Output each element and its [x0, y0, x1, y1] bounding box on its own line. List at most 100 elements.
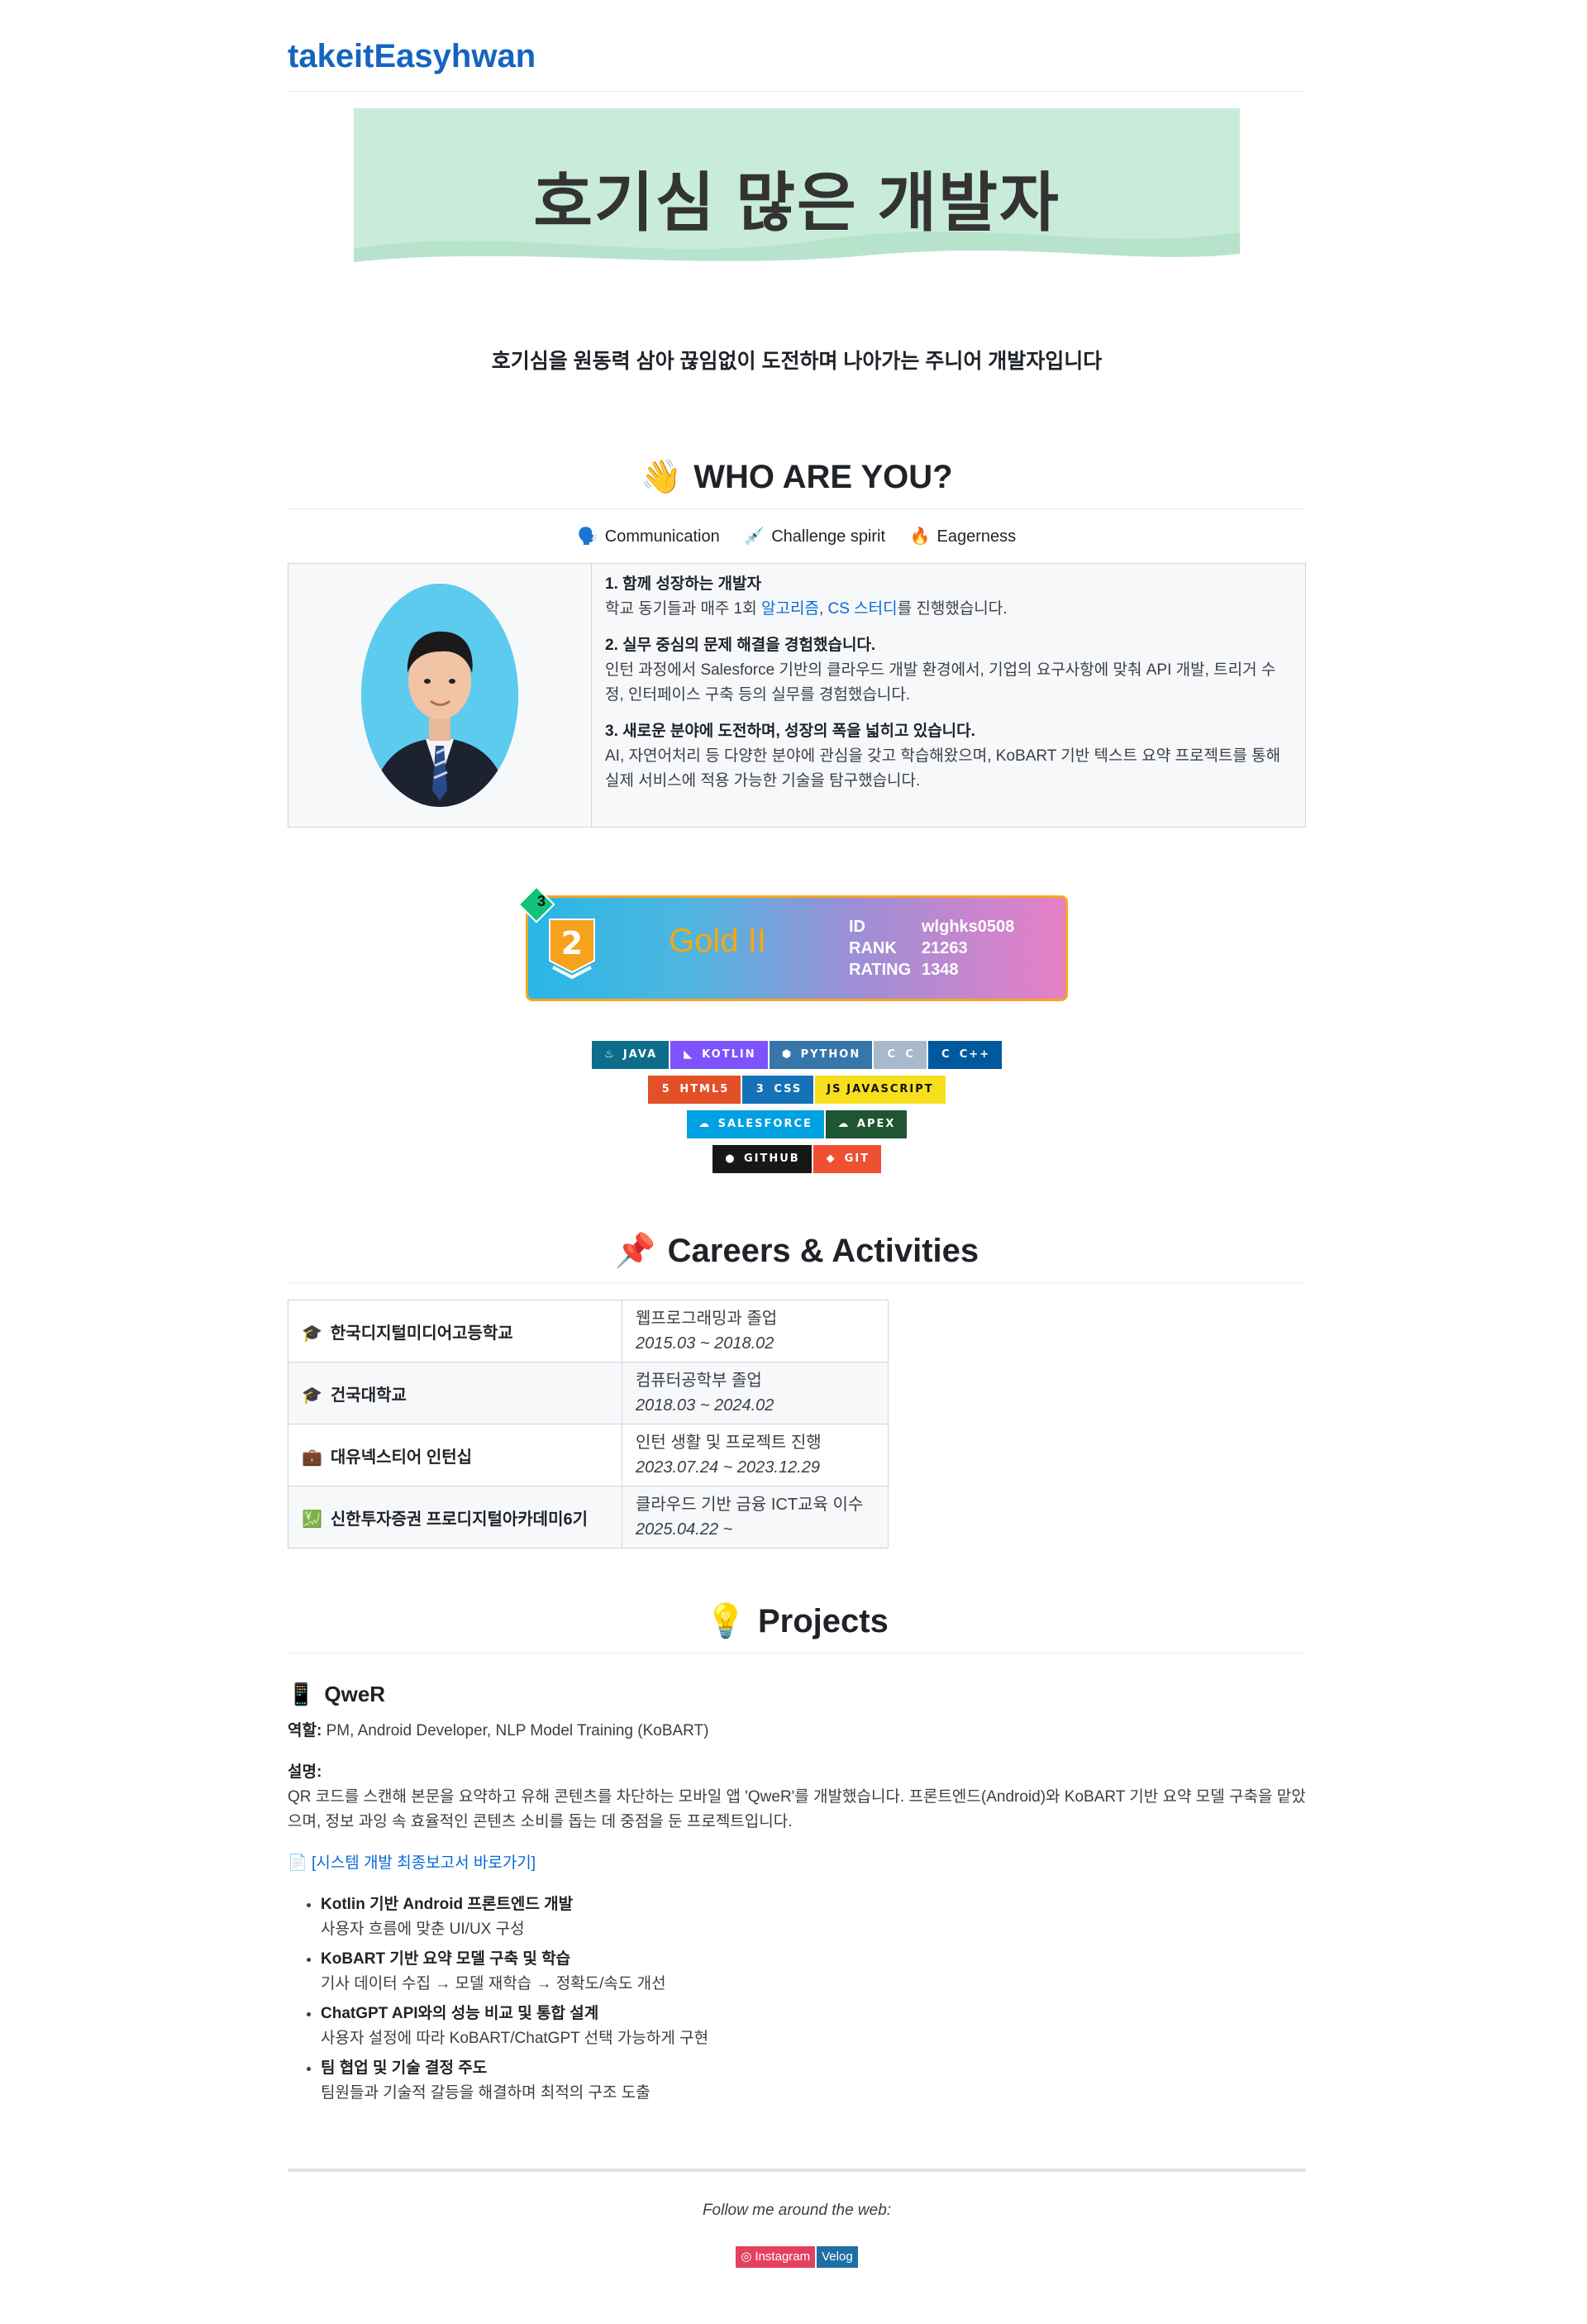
- badge-label: HTML5: [679, 1083, 730, 1095]
- who-heading: 👋 WHO ARE YOU?: [288, 454, 1306, 500]
- badge-github[interactable]: ● GITHUB: [712, 1145, 812, 1173]
- badge-c[interactable]: CC: [874, 1041, 927, 1069]
- c-logo-icon: C: [941, 1048, 951, 1061]
- hero-banner: 호기심 많은 개발자: [354, 108, 1240, 272]
- career-desc: 클라우드 기반 금융 ICT교육 이수: [636, 1496, 864, 1514]
- apex-logo-icon: ☁: [837, 1118, 851, 1130]
- social-label: Instagram: [755, 2250, 811, 2264]
- bullet-title: Kotlin 기반 Android 프론트엔드 개발: [321, 1896, 574, 1913]
- badge-salesforce[interactable]: ☁ SALESFORCE: [686, 1110, 824, 1138]
- report-link-row: 📄 [시스템 개발 최종보고서 바로가기]: [288, 1851, 1306, 1876]
- social-label: Velog: [822, 2250, 853, 2264]
- rank-id-row: ID wlghks0508: [849, 916, 1014, 938]
- point-body: 인턴 과정에서 Salesforce 기반의 클라우드 개발 환경에서, 기업의…: [605, 661, 1276, 704]
- python-logo-icon: ⬢: [781, 1048, 794, 1061]
- css-logo-icon: 3: [755, 1083, 765, 1095]
- badge-label: PYTHON: [800, 1048, 861, 1061]
- project-name: QweR: [324, 1682, 386, 1706]
- badge-java[interactable]: ♨ JAVA: [591, 1041, 670, 1069]
- bullet-detail: 팀원들과 기술적 갈등을 해결하며 최적의 구조 도출: [321, 2084, 651, 2102]
- pushpin-icon: 📌: [614, 1233, 656, 1269]
- section-divider: [288, 1282, 1306, 1283]
- list-item: 팀 협업 및 기술 결정 주도팀원들과 기술적 갈등을 해결하며 최적의 구조 …: [321, 2056, 1306, 2106]
- rank-info: ID wlghks0508 RANK 21263 RATING 1348: [849, 916, 1014, 981]
- table-row: 💼 대유넥스티어 인턴십 인턴 생활 및 프로젝트 진행 2023.07.24 ~ 2…: [288, 1424, 889, 1487]
- project-bullets: Kotlin 기반 Android 프론트엔드 개발사용자 흐름에 맞춘 UI/…: [288, 1892, 1306, 2106]
- point-title: 3. 새로운 분야에 도전하며, 성장의 폭을 넓히고 있습니다.: [605, 723, 975, 740]
- solvedac-rank-card[interactable]: 3 2 Gold II ID wlghks0508 RANK 21263 RATIN…: [517, 885, 1068, 1001]
- rank-key: ID: [849, 918, 865, 936]
- bullet-detail: 기사 데이터 수집 → 모델 재학습 → 정확도/속도 개선: [321, 1975, 666, 1992]
- waving-hand-icon: 👋: [641, 459, 683, 495]
- career-org: 대유넥스티어 인턴십: [330, 1448, 473, 1467]
- badge-javascript[interactable]: JS JAVASCRIPT: [815, 1076, 946, 1104]
- list-item: KoBART 기반 요약 모델 구축 및 학습기사 데이터 수집 → 모델 재학…: [321, 1947, 1306, 1997]
- badge-c[interactable]: C C++: [927, 1041, 1003, 1069]
- table-row: 💹 신한투자증권 프로디지털아카데미6기 클라우드 기반 금융 ICT교육 이수 20…: [288, 1486, 889, 1549]
- site-title-link[interactable]: takeitEasyhwan: [288, 0, 1306, 79]
- career-org: 신한투자증권 프로디지털아카데미6기: [330, 1510, 588, 1529]
- follow-text: Follow me around the web:: [702, 2202, 892, 2219]
- badge-label: C: [905, 1048, 915, 1061]
- bullet-title: KoBART 기반 요약 모델 구축 및 학습: [321, 1950, 571, 1968]
- career-org-cell: 💼 대유넥스티어 인턴십: [288, 1424, 622, 1487]
- intro-text: 1. 함께 성장하는 개발자 학교 동기들과 매주 1회 알고리즘, CS 스터…: [592, 564, 1305, 827]
- header-divider: [288, 91, 1306, 92]
- badge-css[interactable]: 3 CSS: [742, 1076, 814, 1104]
- careers-heading: 📌 Careers & Activities: [288, 1228, 1306, 1274]
- page: takeitEasyhwan 호기심 많은 개발자 호기심을 원동력 삼아 끊임…: [288, 0, 1306, 2268]
- rank-value: 21263: [922, 939, 968, 957]
- career-org: 건국대학교: [330, 1386, 407, 1405]
- badge-git[interactable]: ◆ GIT: [813, 1145, 882, 1173]
- badge-row: ☁ SALESFORCE ☁ APEX: [288, 1110, 1306, 1145]
- footer-divider: [288, 2169, 1306, 2172]
- kotlin-logo-icon: ◣: [684, 1048, 694, 1061]
- career-detail-cell: 웹프로그래밍과 졸업 2015.03 ~ 2018.02: [622, 1300, 889, 1362]
- trait-label: Eagerness: [936, 527, 1017, 546]
- fire-icon: 🔥: [909, 527, 931, 546]
- cs-study-link[interactable]: CS 스터디: [828, 600, 898, 618]
- section-divider: [288, 508, 1306, 509]
- rank-value: 1348: [922, 961, 959, 979]
- badge-kotlin[interactable]: ◣ KOTLIN: [670, 1041, 768, 1069]
- badge-apex[interactable]: ☁ APEX: [825, 1110, 908, 1138]
- point-title: 2. 실무 중심의 문제 해결을 경험했습니다.: [605, 637, 876, 654]
- career-detail-cell: 인턴 생활 및 프로젝트 진행 2023.07.24 ~ 2023.12.29: [622, 1424, 889, 1487]
- list-item: ChatGPT API와의 성능 비교 및 통합 설계사용자 설정에 따라 Ko…: [321, 2002, 1306, 2051]
- career-icon: 💹: [302, 1510, 322, 1529]
- report-link[interactable]: [시스템 개발 최종보고서 바로가기]: [312, 1854, 536, 1872]
- project-role: 역할: PM, Android Developer, NLP Model Tra…: [288, 1719, 1306, 1744]
- mobile-phone-icon: 📱: [288, 1682, 315, 1706]
- page-facing-up-icon: 📄: [288, 1854, 307, 1872]
- bullet-title: 팀 협업 및 기술 결정 주도: [321, 2059, 488, 2077]
- point-body: 학교 동기들과 매주 1회: [605, 600, 762, 618]
- tier-number: 2: [561, 925, 583, 962]
- light-bulb-icon: 💡: [705, 1603, 746, 1639]
- badge-html5[interactable]: 5 HTML5: [648, 1076, 741, 1104]
- social-links: ◎ Instagram Velog: [288, 2246, 1306, 2268]
- instagram-link[interactable]: ◎ Instagram: [736, 2246, 816, 2268]
- point-body: AI, 자연어처리 등 다양한 분야에 관심을 갖고 학습해왔으며, KoBAR…: [605, 747, 1281, 790]
- section-divider: [288, 1653, 1306, 1654]
- intro-point-2: 2. 실무 중심의 문제 해결을 경험했습니다. 인턴 과정에서 Salesfo…: [605, 633, 1290, 708]
- badge-python[interactable]: ⬢ PYTHON: [769, 1041, 873, 1069]
- table-row: 🎓 건국대학교 컴퓨터공학부 졸업 2018.03 ~ 2024.02: [288, 1362, 889, 1424]
- velog-link[interactable]: Velog: [817, 2246, 858, 2268]
- career-org: 한국디지털미디어고등학교: [330, 1324, 513, 1343]
- project-desc: 설명: QR 코드를 스캔해 본문을 요약하고 유해 콘텐츠를 차단하는 모바일…: [288, 1760, 1306, 1835]
- html5-logo-icon: 5: [661, 1083, 671, 1095]
- table-row: 🎓 한국디지털미디어고등학교 웹프로그래밍과 졸업 2015.03 ~ 2018.02: [288, 1300, 889, 1362]
- git-logo-icon: ◆: [826, 1152, 836, 1165]
- bullet-detail: 사용자 흐름에 맞춘 UI/UX 구성: [321, 1921, 525, 1938]
- trait-communication: 🗣️ Communication: [578, 526, 720, 546]
- bullet-title: ChatGPT API와의 성능 비교 및 통합 설계: [321, 2005, 599, 2022]
- desc-value: QR 코드를 스캔해 본문을 요약하고 유해 콘텐츠를 차단하는 모바일 앱 '…: [288, 1788, 1306, 1830]
- algorithm-link[interactable]: 알고리즘: [761, 600, 819, 618]
- who-section: 👋 WHO ARE YOU? 🗣️ Communication 💉 Challenge…: [288, 454, 1306, 828]
- rank-value: wlghks0508: [922, 918, 1015, 936]
- tier-name: Gold II: [669, 923, 766, 959]
- badge-label: C++: [959, 1048, 991, 1061]
- rank-rating-row: RATING 1348: [849, 959, 1014, 981]
- badge-label: JAVA: [622, 1048, 658, 1061]
- intro-table: 1. 함께 성장하는 개발자 학교 동기들과 매주 1회 알고리즘, CS 스터…: [288, 563, 1306, 828]
